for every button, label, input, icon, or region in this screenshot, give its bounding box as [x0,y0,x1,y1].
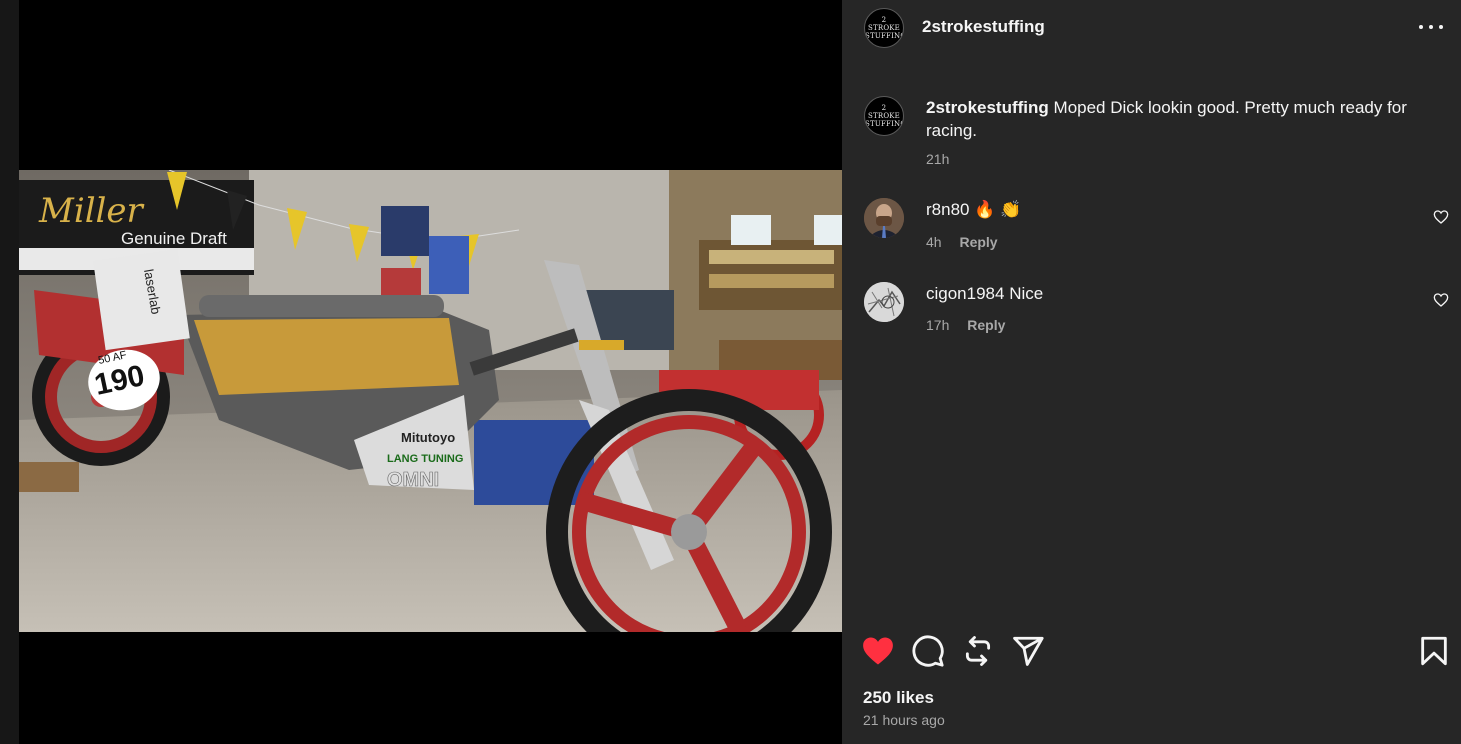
caption-avatar-line-2: STUFFING [865,120,904,128]
author-username[interactable]: 2strokestuffing [922,17,1045,37]
comment: cigon1984 Nice [926,284,1043,304]
comment-icon[interactable] [911,634,945,668]
comment-avatar[interactable] [864,282,904,322]
comment-avatar[interactable] [864,198,904,238]
comment-username[interactable]: r8n80 [926,200,969,219]
comment: r8n80 🔥 👏 [926,200,1021,220]
dot-icon [1419,25,1423,29]
dot-icon [1429,25,1433,29]
more-options-button[interactable] [1416,16,1446,38]
caption-username[interactable]: 2strokestuffing [926,98,1049,117]
mitutoyo-sticker: Mitutoyo [401,430,455,445]
avatar-logo-line-2: STUFFING [865,32,904,40]
bookmark-icon[interactable] [1417,634,1451,668]
omni-sticker: OMNI [387,469,439,491]
comment-like-heart-icon[interactable] [1433,209,1449,225]
media-pane: Miller Genuine Draft laserlab 50 AF 190 … [19,0,842,744]
caption-avatar[interactable]: 2 STROKE STUFFING [864,96,904,136]
genuine-draft-text: Genuine Draft [121,229,227,248]
reply-button[interactable]: Reply [967,317,1005,333]
post-photo-illustration: Miller Genuine Draft laserlab 50 AF 190 … [19,170,842,632]
comment-username[interactable]: cigon1984 [926,284,1004,303]
comment-meta: 4h Reply [926,234,998,250]
lang-tuning-sticker: LANG TUNING [387,453,463,465]
post-details-panel: 2 STROKE STUFFING 2strokestuffing 2 STRO… [842,0,1461,744]
profile-photo-icon [864,198,904,238]
post-photo[interactable]: Miller Genuine Draft laserlab 50 AF 190 … [19,170,842,632]
author-avatar[interactable]: 2 STROKE STUFFING [864,8,904,48]
caption: 2strokestuffing Moped Dick lookin good. … [926,96,1436,142]
avatar-logo-line-1: 2 STROKE [867,16,900,32]
comment-body: Nice [1009,284,1044,303]
caption-time: 21h [926,151,950,167]
heart-icon[interactable] [861,634,895,668]
caption-avatar-line-1: 2 STROKE [867,104,900,120]
miller-sign-text: Miller [38,191,145,231]
share-icon[interactable] [1011,634,1045,668]
reply-button[interactable]: Reply [959,234,997,250]
likes-count[interactable]: 250 likes [863,688,934,708]
comment-time: 17h [926,317,950,333]
profile-photo-icon [864,282,904,322]
comment-body: 🔥 👏 [974,200,1022,219]
comment-time: 4h [926,234,942,250]
comment-like-heart-icon[interactable] [1433,292,1449,308]
post-timestamp: 21 hours ago [863,712,945,728]
repost-icon[interactable] [961,634,995,668]
comment-meta: 17h Reply [926,317,1005,333]
dot-icon [1439,25,1443,29]
left-gutter [0,0,19,744]
